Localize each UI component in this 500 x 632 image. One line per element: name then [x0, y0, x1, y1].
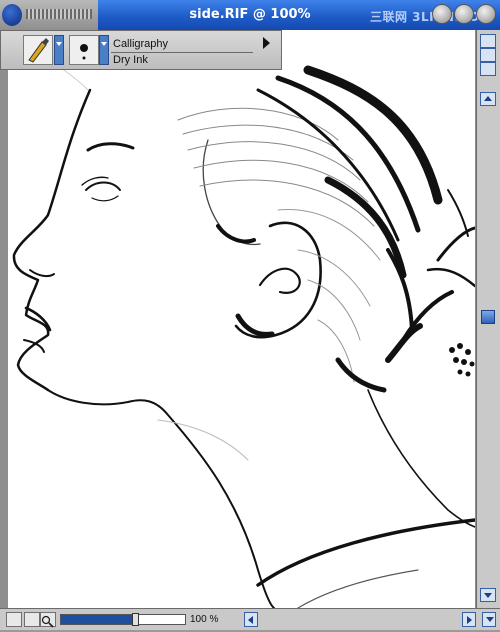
window-grip[interactable] — [0, 0, 98, 30]
close-button[interactable] — [476, 4, 496, 24]
resize-corner-icon[interactable] — [482, 612, 496, 627]
scroll-up-arrow-icon[interactable] — [480, 92, 496, 106]
scroll-left-arrow-icon[interactable] — [244, 612, 258, 627]
brush-dab-icon[interactable] — [69, 35, 99, 65]
app-logo-icon — [2, 4, 22, 26]
divider — [111, 52, 253, 53]
calligraphy-pen-icon[interactable] — [23, 35, 53, 65]
drawing-canvas[interactable] — [8, 30, 475, 608]
vertical-scrollbar[interactable] — [476, 30, 500, 608]
brush-property-bar: Calligraphy Dry Ink — [0, 30, 282, 70]
grid-icon[interactable] — [480, 48, 496, 62]
status-bar: 100 % — [0, 608, 500, 630]
magnifier-icon[interactable] — [40, 612, 56, 628]
brush-category-dropdown[interactable] — [54, 35, 64, 65]
brush-variant-dropdown[interactable] — [99, 35, 109, 65]
scroll-down-arrow-icon[interactable] — [480, 588, 496, 602]
layout-icon[interactable] — [480, 34, 496, 48]
zoom-level[interactable]: 100 % — [190, 614, 218, 625]
navigator-icon[interactable] — [6, 612, 22, 627]
maximize-button[interactable] — [454, 4, 474, 24]
vertical-scroll-thumb[interactable] — [481, 310, 495, 324]
title-bar[interactable]: side.RIF @ 100% 三联网 3LIAN.COM — [0, 0, 500, 30]
zoom-slider[interactable] — [60, 613, 186, 626]
scroll-right-arrow-icon[interactable] — [462, 612, 476, 627]
document-window: side.RIF @ 100% 三联网 3LIAN.COM Calligraph… — [0, 0, 500, 630]
minimize-button[interactable] — [432, 4, 452, 24]
brush-variant[interactable]: Dry Ink — [113, 54, 148, 66]
zoom-slider-fill — [61, 615, 135, 624]
grid-toggle-icon[interactable] — [24, 612, 40, 627]
brush-menu-arrow-icon[interactable] — [263, 37, 270, 49]
brush-name[interactable]: Calligraphy — [113, 38, 168, 50]
grip-ridges — [26, 9, 92, 19]
window-title: side.RIF @ 100% — [189, 7, 311, 22]
tracing-paper-icon[interactable] — [480, 62, 496, 76]
sketch-artwork — [12, 49, 475, 608]
zoom-slider-thumb[interactable] — [132, 613, 139, 626]
